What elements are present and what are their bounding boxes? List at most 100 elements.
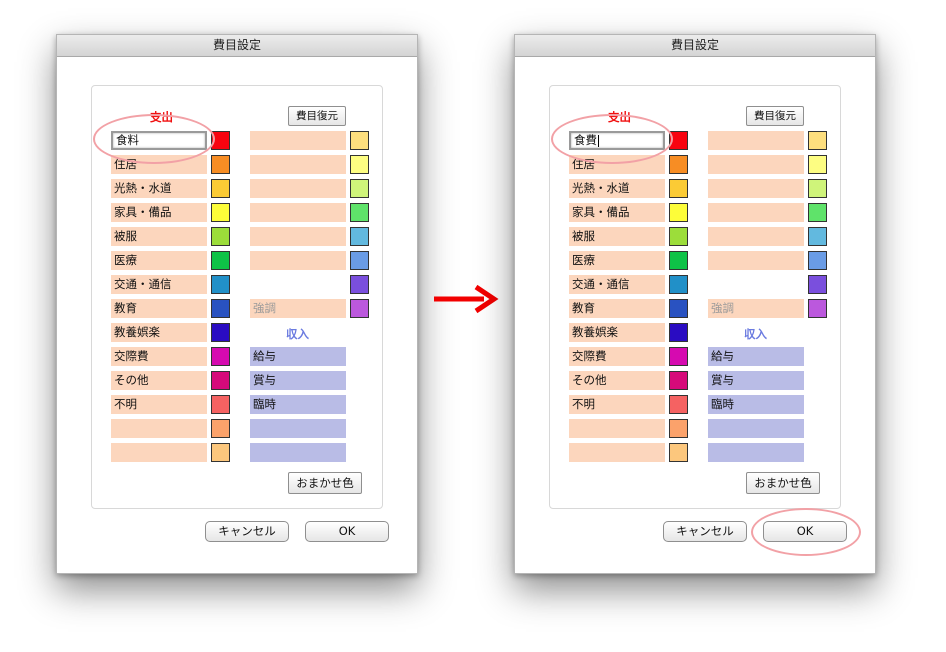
expense-field[interactable]: 不明 — [569, 395, 665, 414]
restore-button[interactable]: 費目復元 — [288, 106, 346, 126]
expense-field[interactable]: 教育 — [111, 299, 207, 318]
cancel-button[interactable]: キャンセル — [663, 521, 747, 542]
color-swatch[interactable] — [669, 371, 688, 390]
color-swatch[interactable] — [669, 347, 688, 366]
restore-button[interactable]: 費目復元 — [746, 106, 804, 126]
emphasis-field[interactable]: 強調 — [708, 299, 804, 318]
income-field[interactable] — [708, 443, 804, 462]
color-swatch[interactable] — [211, 443, 230, 462]
color-swatch[interactable] — [669, 419, 688, 438]
color-swatch[interactable] — [350, 299, 369, 318]
color-swatch[interactable] — [808, 299, 827, 318]
income-field[interactable]: 給与 — [708, 347, 804, 366]
expense-field[interactable]: 交際費 — [111, 347, 207, 366]
color-swatch[interactable] — [211, 347, 230, 366]
color-swatch[interactable] — [350, 275, 369, 294]
color-swatch[interactable] — [211, 227, 230, 246]
color-swatch[interactable] — [211, 395, 230, 414]
color-swatch[interactable] — [669, 203, 688, 222]
color-swatch[interactable] — [350, 203, 369, 222]
color-swatch[interactable] — [350, 227, 369, 246]
expense-field[interactable] — [569, 419, 665, 438]
auto-color-button[interactable]: おまかせ色 — [288, 472, 362, 494]
expense-field[interactable] — [708, 179, 804, 198]
expense-field[interactable] — [569, 443, 665, 462]
expense-field[interactable] — [708, 227, 804, 246]
expense-field[interactable]: 交際費 — [569, 347, 665, 366]
ok-button[interactable]: OK — [305, 521, 389, 542]
income-field[interactable] — [250, 443, 346, 462]
color-swatch[interactable] — [211, 203, 230, 222]
expense-field[interactable] — [250, 131, 346, 150]
expense-field[interactable]: その他 — [569, 371, 665, 390]
income-field[interactable]: 臨時 — [250, 395, 346, 414]
income-field[interactable] — [250, 419, 346, 438]
color-swatch[interactable] — [808, 275, 827, 294]
expense-field[interactable] — [708, 203, 804, 222]
color-swatch[interactable] — [669, 275, 688, 294]
expense-field[interactable] — [708, 131, 804, 150]
dialog-before: 費目設定 支出 費目復元 食料 住居 光熱・水道 家具・備品 被服 医療 交通・通信 教育 教養… — [56, 34, 418, 574]
auto-color-button[interactable]: おまかせ色 — [746, 472, 820, 494]
color-swatch[interactable] — [808, 131, 827, 150]
color-swatch[interactable] — [211, 371, 230, 390]
income-field[interactable]: 給与 — [250, 347, 346, 366]
color-swatch[interactable] — [669, 323, 688, 342]
callout-ok-button — [751, 508, 861, 556]
expense-field[interactable]: 医療 — [111, 251, 207, 270]
color-swatch[interactable] — [808, 251, 827, 270]
income-field[interactable]: 賞与 — [708, 371, 804, 390]
color-swatch[interactable] — [808, 203, 827, 222]
expense-field[interactable]: 交通・通信 — [569, 275, 665, 294]
expense-field[interactable]: 家具・備品 — [111, 203, 207, 222]
expense-field[interactable]: 交通・通信 — [111, 275, 207, 294]
expense-field[interactable]: 教育 — [569, 299, 665, 318]
color-swatch[interactable] — [808, 155, 827, 174]
expense-field[interactable] — [250, 179, 346, 198]
color-swatch[interactable] — [211, 419, 230, 438]
expense-field[interactable]: 家具・備品 — [569, 203, 665, 222]
expense-field[interactable]: 被服 — [569, 227, 665, 246]
color-swatch[interactable] — [669, 251, 688, 270]
color-swatch[interactable] — [350, 155, 369, 174]
expense-field[interactable]: 教養娯楽 — [111, 323, 207, 342]
expense-field[interactable] — [708, 155, 804, 174]
emphasis-field[interactable]: 強調 — [250, 299, 346, 318]
expense-field[interactable] — [708, 251, 804, 270]
color-swatch[interactable] — [211, 179, 230, 198]
expense-field[interactable]: その他 — [111, 371, 207, 390]
color-swatch[interactable] — [669, 155, 688, 174]
expense-field[interactable]: 光熱・水道 — [569, 179, 665, 198]
expense-field[interactable]: 被服 — [111, 227, 207, 246]
expense-field[interactable] — [111, 419, 207, 438]
expense-field[interactable] — [250, 227, 346, 246]
color-swatch[interactable] — [808, 179, 827, 198]
expense-field[interactable]: 医療 — [569, 251, 665, 270]
expense-field[interactable] — [111, 443, 207, 462]
expense-field[interactable] — [250, 155, 346, 174]
expense-field[interactable] — [250, 203, 346, 222]
color-swatch[interactable] — [211, 323, 230, 342]
color-swatch[interactable] — [211, 299, 230, 318]
expense-field[interactable]: 教養娯楽 — [569, 323, 665, 342]
income-field[interactable] — [708, 419, 804, 438]
expense-field[interactable] — [250, 251, 346, 270]
color-swatch[interactable] — [808, 227, 827, 246]
color-swatch[interactable] — [669, 179, 688, 198]
color-swatch[interactable] — [669, 299, 688, 318]
color-swatch[interactable] — [211, 251, 230, 270]
color-swatch[interactable] — [669, 443, 688, 462]
color-swatch[interactable] — [350, 131, 369, 150]
color-swatch[interactable] — [211, 275, 230, 294]
income-field[interactable]: 賞与 — [250, 371, 346, 390]
callout-food-field — [93, 114, 215, 164]
color-swatch[interactable] — [669, 395, 688, 414]
expense-field[interactable]: 不明 — [111, 395, 207, 414]
color-swatch[interactable] — [350, 179, 369, 198]
cancel-button[interactable]: キャンセル — [205, 521, 289, 542]
color-swatch[interactable] — [669, 227, 688, 246]
income-field[interactable]: 臨時 — [708, 395, 804, 414]
expense-field[interactable]: 光熱・水道 — [111, 179, 207, 198]
color-swatch[interactable] — [350, 251, 369, 270]
color-swatch[interactable] — [211, 155, 230, 174]
